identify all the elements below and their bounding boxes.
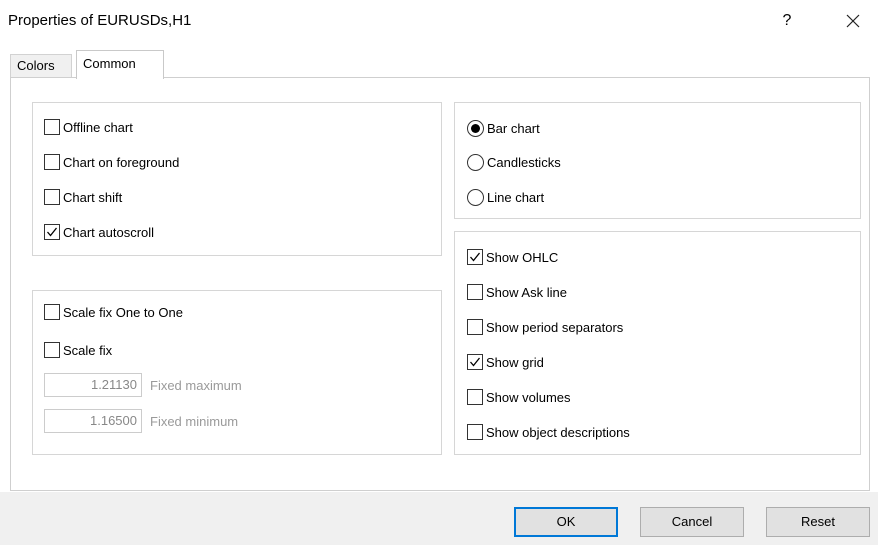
show-volumes-checkbox[interactable]: Show volumes — [467, 389, 571, 405]
tab-colors[interactable]: Colors — [10, 54, 72, 78]
close-button[interactable] — [838, 6, 868, 36]
scale-options-group: Scale fix One to One Scale fix 1.21130 F… — [32, 290, 442, 455]
tab-content-common: Offline chart Chart on foreground Chart … — [10, 77, 870, 491]
checkbox-label: Show Ask line — [486, 284, 567, 300]
checkbox-box — [44, 304, 60, 320]
checkbox-label: Chart on foreground — [63, 154, 180, 170]
fixed-minimum-label: Fixed minimum — [150, 414, 239, 429]
checkbox-box — [44, 224, 60, 240]
checkbox-box — [44, 189, 60, 205]
checkmark-icon — [470, 252, 481, 262]
checkbox-box — [467, 319, 483, 335]
bar-chart-radio[interactable]: Bar chart — [467, 120, 540, 137]
line-chart-radio[interactable]: Line chart — [467, 189, 544, 206]
radio-circle — [467, 189, 484, 206]
fixed-minimum-field[interactable]: 1.16500 — [44, 409, 142, 433]
checkbox-box — [467, 249, 483, 265]
checkmark-icon — [47, 227, 58, 237]
checkbox-box — [467, 389, 483, 405]
candlesticks-radio[interactable]: Candlesticks — [467, 154, 561, 171]
checkbox-label: Scale fix — [63, 342, 113, 358]
close-icon — [846, 14, 860, 28]
radio-dot — [471, 124, 480, 133]
checkbox-label: Show OHLC — [486, 249, 559, 265]
radio-label: Line chart — [487, 190, 545, 205]
title-bar: Properties of EURUSDs,H1 ? — [0, 0, 878, 44]
show-options-group: Show OHLC Show Ask line Show period sepa… — [454, 231, 861, 455]
show-ohlc-checkbox[interactable]: Show OHLC — [467, 249, 558, 265]
checkbox-box — [467, 424, 483, 440]
checkmark-icon — [470, 357, 481, 367]
fixed-maximum-field[interactable]: 1.21130 — [44, 373, 142, 397]
chart-autoscroll-checkbox[interactable]: Chart autoscroll — [44, 224, 154, 240]
offline-chart-checkbox[interactable]: Offline chart — [44, 119, 133, 135]
button-bar: OK Cancel Reset — [0, 492, 878, 545]
checkbox-label: Offline chart — [63, 119, 133, 135]
checkbox-label: Chart autoscroll — [63, 224, 155, 240]
ok-button[interactable]: OK — [514, 507, 618, 537]
checkbox-label: Scale fix One to One — [63, 304, 183, 320]
show-ask-line-checkbox[interactable]: Show Ask line — [467, 284, 567, 300]
chart-type-group: Bar chart Candlesticks Line chart — [454, 102, 861, 219]
radio-circle — [467, 154, 484, 171]
scale-fix-one-to-one-checkbox[interactable]: Scale fix One to One — [44, 304, 183, 320]
radio-label: Candlesticks — [487, 155, 561, 170]
show-object-descriptions-checkbox[interactable]: Show object descriptions — [467, 424, 630, 440]
checkbox-box — [44, 342, 60, 358]
cancel-button[interactable]: Cancel — [640, 507, 744, 537]
properties-dialog: Properties of EURUSDs,H1 ? Colors Common… — [0, 0, 878, 545]
checkbox-label: Show grid — [486, 354, 544, 370]
help-button[interactable]: ? — [772, 6, 802, 36]
checkbox-label: Show period separators — [486, 319, 624, 335]
checkbox-box — [44, 154, 60, 170]
chart-options-group: Offline chart Chart on foreground Chart … — [32, 102, 442, 256]
checkbox-label: Show object descriptions — [486, 424, 630, 440]
show-grid-checkbox[interactable]: Show grid — [467, 354, 544, 370]
show-period-separators-checkbox[interactable]: Show period separators — [467, 319, 623, 335]
checkbox-label: Show volumes — [486, 389, 571, 405]
scale-fix-checkbox[interactable]: Scale fix — [44, 342, 112, 358]
tab-common[interactable]: Common — [76, 50, 164, 79]
checkbox-box — [467, 354, 483, 370]
chart-on-foreground-checkbox[interactable]: Chart on foreground — [44, 154, 179, 170]
checkbox-label: Chart shift — [63, 189, 123, 205]
reset-button[interactable]: Reset — [766, 507, 870, 537]
radio-label: Bar chart — [487, 121, 540, 136]
checkbox-box — [44, 119, 60, 135]
dialog-title: Properties of EURUSDs,H1 — [8, 12, 192, 29]
fixed-maximum-label: Fixed maximum — [150, 378, 242, 393]
chart-shift-checkbox[interactable]: Chart shift — [44, 189, 122, 205]
checkbox-box — [467, 284, 483, 300]
radio-circle — [467, 120, 484, 137]
